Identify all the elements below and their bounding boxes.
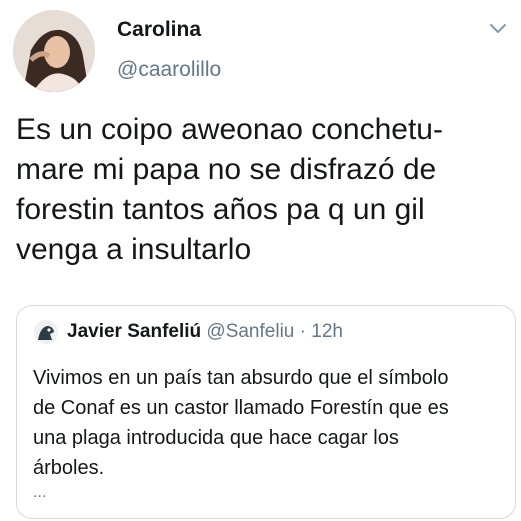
quoted-header: Javier Sanfeliú @Sanfeliu · 12h <box>67 320 343 344</box>
quoted-display-name: Javier Sanfeliú <box>67 321 202 342</box>
quoted-timestamp: 12h <box>311 321 343 342</box>
quoted-more-ellipsis: ... <box>33 484 47 501</box>
tweet-text-line: forestin tantos años pa q un gil <box>16 193 425 226</box>
display-name[interactable]: Carolina <box>117 18 201 42</box>
tweet-text-line: Es un coipo aweonao conchetu- <box>16 113 443 146</box>
avatar[interactable] <box>13 10 95 92</box>
tweet-text: Es un coipo aweonao conchetu- mare mi pa… <box>16 110 511 270</box>
handle[interactable]: @caarolillo <box>117 58 221 82</box>
quoted-text-line: de Conaf es un castor llamado Forestín q… <box>33 397 449 419</box>
quoted-handle: @Sanfeliu <box>206 321 295 342</box>
quoted-text-line: una plaga introducida que hace cagar los <box>33 427 399 449</box>
quoted-text-line: Vivimos en un país tan absurdo que el sí… <box>33 367 449 389</box>
tweet: Carolina @caarolillo Es un coipo aweonao… <box>0 0 521 521</box>
quoted-avatar <box>34 320 58 344</box>
quoted-text: Vivimos en un país tan absurdo que el sí… <box>33 363 503 483</box>
tweet-text-line: venga a insultarlo <box>16 233 252 266</box>
quoted-text-line: árboles. <box>33 457 105 479</box>
quoted-separator: · <box>299 321 306 342</box>
avatar-image <box>13 10 95 92</box>
quoted-tweet[interactable]: Javier Sanfeliú @Sanfeliu · 12h Vivimos … <box>16 305 516 519</box>
chevron-down-icon[interactable] <box>485 16 511 42</box>
tweet-text-line: mare mi papa no se disfrazó de <box>16 153 437 186</box>
